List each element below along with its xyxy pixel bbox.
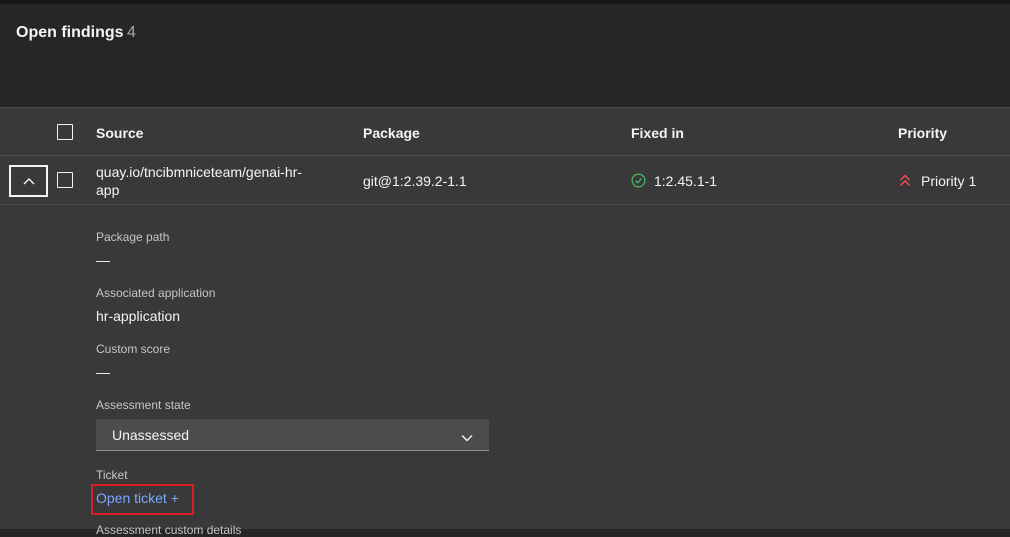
assessment-state-selected: Unassessed bbox=[112, 427, 190, 443]
table-row[interactable]: quay.io/tncibmniceteam/genai-hr- app git… bbox=[0, 155, 1010, 205]
checkmark-outline-icon bbox=[631, 173, 646, 193]
package-path-label: Package path bbox=[96, 230, 170, 244]
custom-score-value: — bbox=[96, 364, 110, 380]
ticket-label: Ticket bbox=[96, 468, 128, 482]
custom-score-label: Custom score bbox=[96, 342, 171, 356]
chevron-up-icon bbox=[23, 178, 34, 185]
source-text-line2: app bbox=[96, 182, 120, 198]
table-header: Source Package Fixed in Priority bbox=[0, 107, 1010, 155]
row-checkbox[interactable] bbox=[57, 172, 73, 188]
column-header-source[interactable]: Source bbox=[96, 125, 143, 141]
assessment-custom-details-label: Assessment custom details bbox=[96, 523, 242, 537]
page-title: Open findings bbox=[16, 24, 124, 41]
findings-header: Open findings 4 bbox=[0, 4, 1010, 107]
fixed-in-cell: 1:2.45.1-1 bbox=[654, 173, 718, 189]
package-cell: git@1:2.39.2-1.1 bbox=[363, 173, 467, 189]
column-header-fixed-in[interactable]: Fixed in bbox=[631, 125, 684, 141]
chevron-down-icon bbox=[461, 429, 473, 447]
assessment-state-label: Assessment state bbox=[96, 398, 191, 412]
column-header-priority[interactable]: Priority bbox=[898, 125, 947, 141]
column-header-package[interactable]: Package bbox=[363, 125, 420, 141]
associated-application-label: Associated application bbox=[96, 286, 216, 300]
open-ticket-link[interactable]: Open ticket + bbox=[96, 490, 179, 506]
collapse-row-button[interactable] bbox=[9, 165, 48, 197]
source-text-line1: quay.io/tncibmniceteam/genai-hr- bbox=[96, 164, 302, 180]
select-all-checkbox[interactable] bbox=[57, 124, 73, 140]
assessment-state-dropdown[interactable]: Unassessed bbox=[96, 419, 489, 451]
double-chevron-up-icon bbox=[899, 173, 911, 193]
priority-cell: Priority 1 bbox=[921, 173, 977, 189]
findings-count: 4 bbox=[127, 24, 136, 41]
associated-application-value: hr-application bbox=[96, 308, 181, 324]
package-path-value: — bbox=[96, 252, 110, 268]
source-cell: quay.io/tncibmniceteam/genai-hr- app bbox=[96, 163, 302, 199]
expanded-row-details: Package path — Associated application hr… bbox=[0, 205, 1010, 537]
